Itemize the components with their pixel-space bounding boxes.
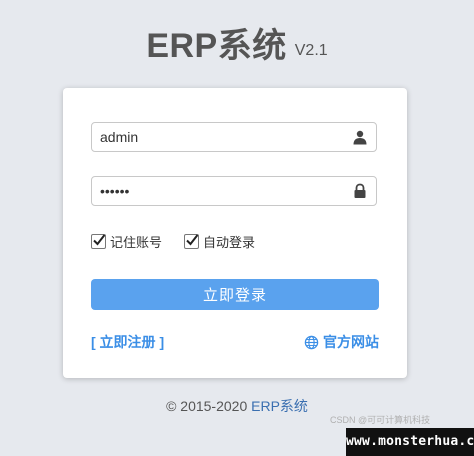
app-title: ERP系统 <box>146 27 287 65</box>
csdn-watermark: CSDN @可可计算机科技 <box>330 415 431 425</box>
official-website-link[interactable]: 官方网站 <box>304 332 379 352</box>
footer-brand: ERP系统 <box>251 398 308 414</box>
register-link[interactable]: [ 立即注册 ] <box>91 332 164 352</box>
app-version: V2.1 <box>294 42 328 59</box>
user-icon <box>352 129 368 145</box>
username-field-wrapper <box>91 122 377 152</box>
auto-login-box[interactable] <box>184 233 200 249</box>
globe-icon <box>304 335 319 349</box>
checkmark-icon <box>93 233 106 246</box>
footer-copyright: © 2015-2020 <box>166 398 248 414</box>
remember-account-box[interactable] <box>91 233 106 249</box>
official-website-label: 官方网站 <box>323 334 379 350</box>
auto-login-checkbox[interactable]: 自动登录 <box>184 232 255 251</box>
login-options: 记住账号 自动登录 <box>91 232 277 250</box>
checkmark-icon <box>186 233 199 246</box>
password-field-wrapper <box>91 176 377 206</box>
site-watermark: www.monsterhua.com <box>346 428 474 456</box>
username-input[interactable] <box>100 123 340 151</box>
remember-account-checkbox[interactable]: 记住账号 <box>91 232 162 251</box>
remember-account-label: 记住账号 <box>110 234 163 250</box>
lock-icon <box>352 183 368 199</box>
login-card: 记住账号 自动登录 立即登录 [ 立即注册 ] 官方网站 <box>63 88 407 378</box>
login-button[interactable]: 立即登录 <box>91 279 379 310</box>
password-input[interactable] <box>100 177 340 205</box>
page-title: ERP系统 V2.1 <box>0 18 474 67</box>
auto-login-label: 自动登录 <box>203 234 256 250</box>
